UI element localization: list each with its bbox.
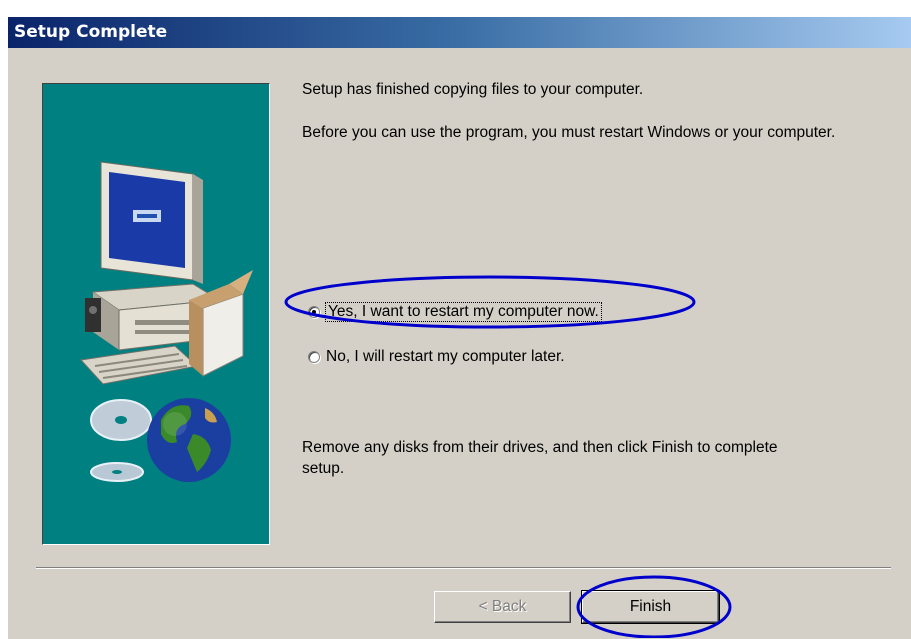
restart-later-radio[interactable]: [308, 351, 320, 363]
software-box-icon: [189, 270, 253, 377]
setup-illustration-panel: [42, 83, 270, 545]
title-bar[interactable]: Setup Complete: [8, 17, 911, 48]
finish-button[interactable]: Finish: [581, 590, 720, 624]
remove-disks-message: Remove any disks from their drives, and …: [302, 439, 778, 477]
restart-now-option[interactable]: Yes, I want to restart my computer now.: [308, 302, 602, 322]
restart-later-option[interactable]: No, I will restart my computer later.: [308, 348, 565, 366]
globe-icon: [147, 398, 231, 482]
files-copied-message: Setup has finished copying files to your…: [302, 81, 644, 98]
restart-now-label[interactable]: Yes, I want to restart my computer now.: [325, 302, 602, 322]
button-separator: [36, 567, 891, 569]
restart-required-message: Before you can use the program, you must…: [302, 124, 836, 141]
window-title: Setup Complete: [14, 22, 168, 42]
restart-now-radio[interactable]: [308, 306, 320, 318]
cd-disc-icon: [90, 399, 152, 482]
back-button[interactable]: < Back: [434, 591, 571, 623]
dialog-body: Setup has finished copying files to your…: [8, 48, 911, 639]
restart-later-label[interactable]: No, I will restart my computer later.: [326, 348, 565, 366]
